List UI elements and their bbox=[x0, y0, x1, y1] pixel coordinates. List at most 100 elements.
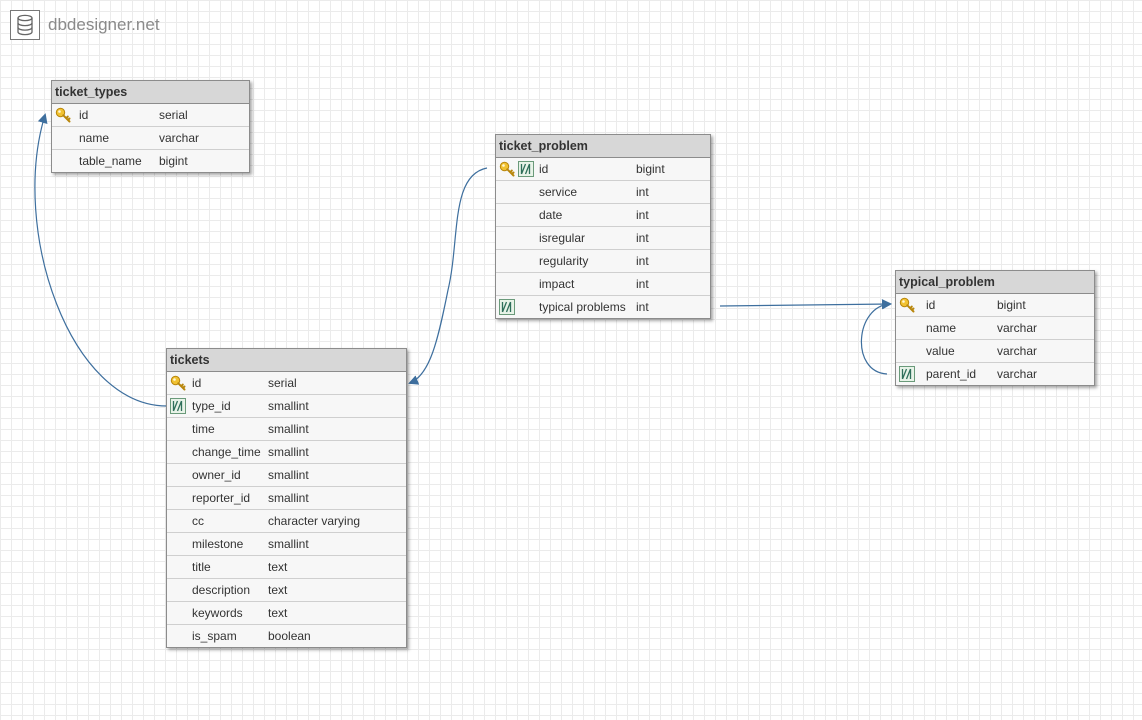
field-name: reporter_id bbox=[192, 491, 251, 505]
field-type: smallint bbox=[268, 422, 309, 436]
field-name: date bbox=[539, 208, 563, 222]
field-row[interactable]: service int bbox=[496, 181, 710, 204]
field-type: int bbox=[636, 208, 649, 222]
field-name: id bbox=[539, 162, 549, 176]
field-type: smallint bbox=[268, 537, 309, 551]
field-row[interactable]: impact int bbox=[496, 273, 710, 296]
field-row[interactable]: value varchar bbox=[896, 340, 1094, 363]
field-type: smallint bbox=[268, 445, 309, 459]
field-name: change_time bbox=[192, 445, 261, 459]
field-row[interactable]: cc character varying bbox=[167, 510, 406, 533]
primary-key-icon bbox=[499, 161, 515, 177]
field-name: time bbox=[192, 422, 215, 436]
field-row[interactable]: type_id smallint bbox=[167, 395, 406, 418]
table-tickets[interactable]: tickets id serial type_id smallint time smalli… bbox=[166, 348, 407, 648]
field-row[interactable]: description text bbox=[167, 579, 406, 602]
field-name: id bbox=[192, 376, 202, 390]
field-name: value bbox=[926, 344, 955, 358]
field-name: milestone bbox=[192, 537, 244, 551]
field-type: smallint bbox=[268, 491, 309, 505]
field-name: impact bbox=[539, 277, 575, 291]
field-type: serial bbox=[268, 376, 297, 390]
primary-key-icon bbox=[55, 107, 71, 123]
field-row[interactable]: title text bbox=[167, 556, 406, 579]
field-row[interactable]: table_name bigint bbox=[52, 150, 249, 172]
field-row[interactable]: date int bbox=[496, 204, 710, 227]
relation-typical-problems-to-typical-problem bbox=[719, 299, 892, 310]
field-type: serial bbox=[159, 108, 188, 122]
field-row[interactable]: id serial bbox=[167, 372, 406, 395]
field-name: title bbox=[192, 560, 211, 574]
field-row[interactable]: name varchar bbox=[52, 127, 249, 150]
field-type: int bbox=[636, 300, 649, 314]
field-name: regularity bbox=[539, 254, 589, 268]
field-name: isregular bbox=[539, 231, 586, 245]
field-name: cc bbox=[192, 514, 204, 528]
relation-ticket-problem-to-tickets bbox=[408, 167, 488, 385]
field-row[interactable]: is_spam boolean bbox=[167, 625, 406, 647]
field-row[interactable]: name varchar bbox=[896, 317, 1094, 340]
foreign-key-icon bbox=[170, 398, 186, 414]
field-row[interactable]: reporter_id smallint bbox=[167, 487, 406, 510]
field-type: varchar bbox=[159, 131, 200, 145]
field-row[interactable]: change_time smallint bbox=[167, 441, 406, 464]
field-name: description bbox=[192, 583, 251, 597]
field-name: type_id bbox=[192, 399, 231, 413]
foreign-key-icon bbox=[499, 299, 515, 315]
field-name: name bbox=[926, 321, 957, 335]
field-row[interactable]: id serial bbox=[52, 104, 249, 127]
field-name: parent_id bbox=[926, 367, 977, 381]
field-type: smallint bbox=[268, 399, 309, 413]
primary-key-icon bbox=[170, 375, 186, 391]
field-type: int bbox=[636, 277, 649, 291]
table-typical-problem[interactable]: typical_problem id bigint name varchar value v… bbox=[895, 270, 1095, 386]
field-type: bigint bbox=[159, 154, 188, 168]
field-type: smallint bbox=[268, 468, 309, 482]
field-row[interactable]: id bigint bbox=[896, 294, 1094, 317]
field-name: service bbox=[539, 185, 578, 199]
field-type: bigint bbox=[997, 298, 1026, 312]
field-name: is_spam bbox=[192, 629, 237, 643]
field-type: boolean bbox=[268, 629, 311, 643]
field-type: text bbox=[268, 606, 288, 620]
field-name: keywords bbox=[192, 606, 243, 620]
field-type: bigint bbox=[636, 162, 665, 176]
field-type: int bbox=[636, 254, 649, 268]
table-title[interactable]: tickets bbox=[167, 349, 406, 372]
table-title[interactable]: ticket_types bbox=[52, 81, 249, 104]
foreign-key-icon bbox=[518, 161, 534, 177]
field-row[interactable]: isregular int bbox=[496, 227, 710, 250]
brand-logo[interactable]: dbdesigner.net bbox=[10, 8, 160, 42]
table-ticket-problem[interactable]: ticket_problem id bigint service int date int i… bbox=[495, 134, 711, 319]
relation-parent-to-typical-problem bbox=[860, 299, 892, 375]
field-row[interactable]: time smallint bbox=[167, 418, 406, 441]
field-type: text bbox=[268, 583, 288, 597]
field-type: varchar bbox=[997, 367, 1038, 381]
field-name: id bbox=[79, 108, 89, 122]
field-type: character varying bbox=[268, 514, 361, 528]
foreign-key-icon bbox=[899, 366, 915, 382]
field-name: id bbox=[926, 298, 936, 312]
field-row[interactable]: id bigint bbox=[496, 158, 710, 181]
field-name: typical problems bbox=[539, 300, 626, 314]
field-row[interactable]: typical problems int bbox=[496, 296, 710, 318]
field-name: table_name bbox=[79, 154, 142, 168]
database-icon bbox=[10, 10, 40, 40]
field-row[interactable]: regularity int bbox=[496, 250, 710, 273]
field-type: text bbox=[268, 560, 288, 574]
field-row[interactable]: owner_id smallint bbox=[167, 464, 406, 487]
field-type: int bbox=[636, 185, 649, 199]
field-type: int bbox=[636, 231, 649, 245]
field-row[interactable]: parent_id varchar bbox=[896, 363, 1094, 385]
table-ticket-types[interactable]: ticket_typesid serial name varchar table_nam… bbox=[51, 80, 250, 173]
field-name: name bbox=[79, 131, 110, 145]
table-title[interactable]: typical_problem bbox=[896, 271, 1094, 294]
field-row[interactable]: milestone smallint bbox=[167, 533, 406, 556]
field-name: owner_id bbox=[192, 468, 241, 482]
primary-key-icon bbox=[899, 297, 915, 313]
brand-name: dbdesigner.net bbox=[48, 15, 160, 34]
field-row[interactable]: keywords text bbox=[167, 602, 406, 625]
field-type: varchar bbox=[997, 344, 1038, 358]
table-title[interactable]: ticket_problem bbox=[496, 135, 710, 158]
field-type: varchar bbox=[997, 321, 1038, 335]
